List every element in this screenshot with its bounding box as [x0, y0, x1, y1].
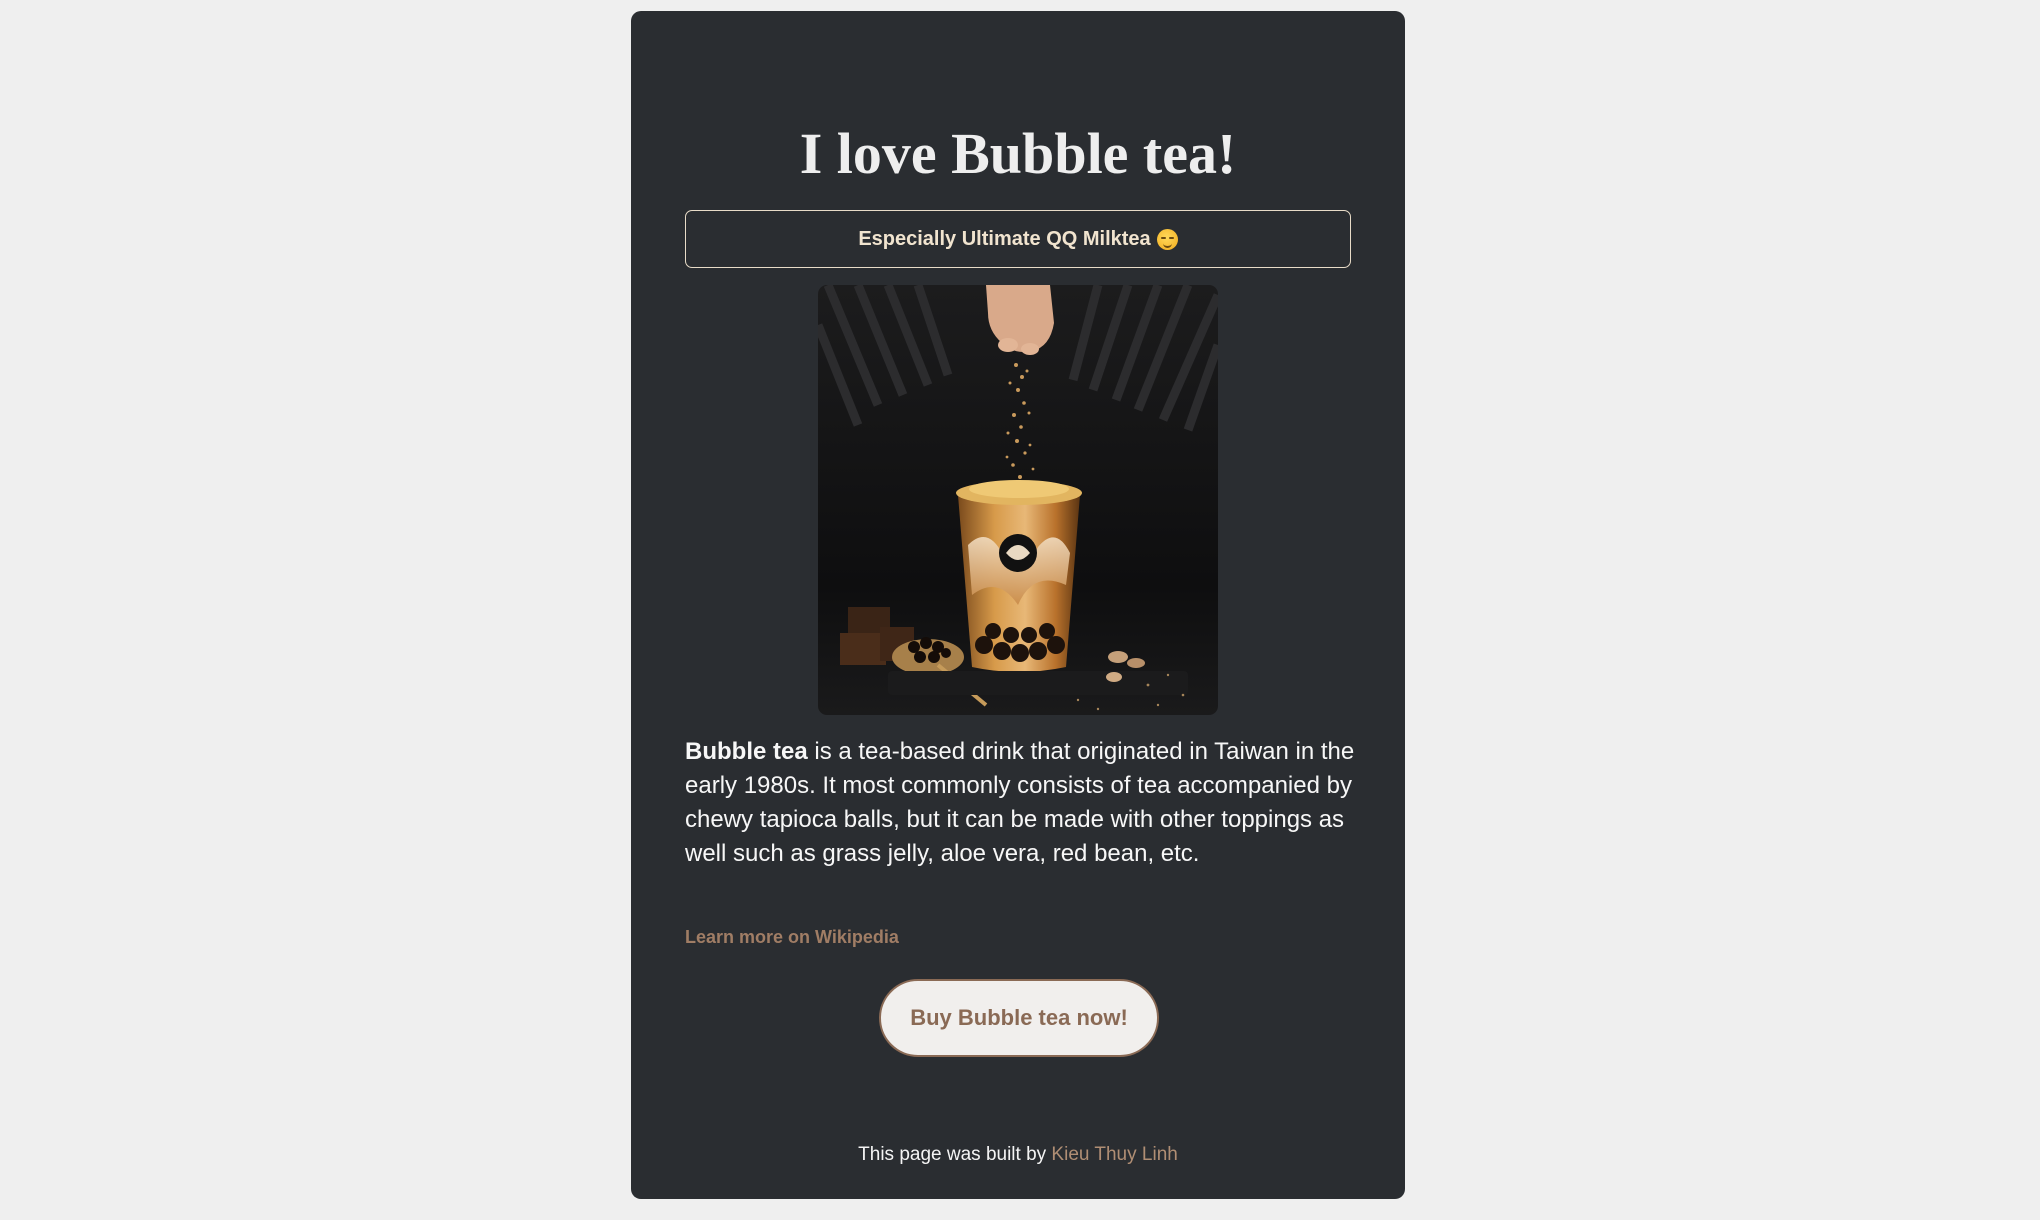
- page-title: I love Bubble tea!: [799, 121, 1237, 186]
- bubble-tea-description: Bubble tea is a tea-based drink that ori…: [685, 735, 1355, 871]
- tagline-text: Especially Ultimate QQ Milktea: [858, 227, 1151, 250]
- buy-bubble-tea-button[interactable]: Buy Bubble tea now!: [879, 979, 1159, 1057]
- author-link[interactable]: Kieu Thuy Linh: [1051, 1144, 1177, 1165]
- content-card: I love Bubble tea! Especially Ultimate Q…: [631, 11, 1405, 1199]
- page-footer: This page was built by Kieu Thuy Linh: [631, 1144, 1405, 1166]
- description-bold-term: Bubble tea: [685, 738, 808, 765]
- relieved-face-emoji-icon: [1156, 228, 1178, 250]
- footer-prefix: This page was built by: [858, 1144, 1052, 1165]
- tagline-box: Especially Ultimate QQ Milktea: [685, 210, 1351, 268]
- wikipedia-link[interactable]: Learn more on Wikipedia: [685, 927, 899, 948]
- bubble-tea-photo: [818, 285, 1218, 715]
